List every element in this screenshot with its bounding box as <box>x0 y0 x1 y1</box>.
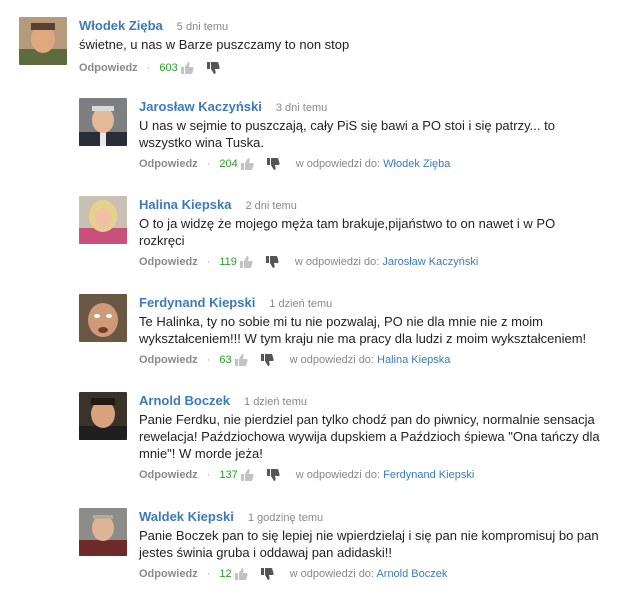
thumbs-down-icon[interactable] <box>260 567 274 581</box>
in-reply-to-link[interactable]: Arnold Boczek <box>376 568 447 580</box>
comment-text: Te Halinka, ty no sobie mi tu nie pozwal… <box>139 314 587 346</box>
in-reply-to-label: w odpowiedzi do: Arnold Boczek <box>289 568 448 580</box>
reply-button[interactable]: Odpowiedz <box>139 254 198 270</box>
in-reply-to-label: w odpowiedzi do: Halina Kiepska <box>289 354 451 366</box>
comment-author[interactable]: Jarosław Kaczyński <box>139 99 262 114</box>
like-count: 603 <box>159 62 178 74</box>
avatar[interactable] <box>19 17 67 65</box>
in-reply-to-label: w odpowiedzi do: Jarosław Kaczyński <box>294 256 479 268</box>
reply-button[interactable]: Odpowiedz <box>139 467 198 483</box>
comment-text: Panie Ferdku, nie pierdziel pan tylko ch… <box>139 412 600 461</box>
reply-button[interactable]: Odpowiedz <box>139 352 198 368</box>
comment-time[interactable]: 1 dzień temu <box>244 396 307 408</box>
in-reply-to-link[interactable]: Ferdynand Kiepski <box>383 469 474 481</box>
thumbs-up-icon[interactable] <box>180 61 194 75</box>
comment-text: Panie Boczek pan to się lepiej nie wpier… <box>139 528 599 560</box>
thumbs-up-icon[interactable] <box>239 255 253 269</box>
avatar[interactable] <box>79 294 127 342</box>
avatar[interactable] <box>79 392 127 440</box>
like-count: 137 <box>219 469 238 481</box>
like-count: 204 <box>219 158 238 170</box>
avatar[interactable] <box>79 508 127 556</box>
comment-author[interactable]: Halina Kiepska <box>139 197 232 212</box>
in-reply-to-link[interactable]: Jarosław Kaczyński <box>382 256 478 268</box>
comment-author[interactable]: Ferdynand Kiepski <box>139 295 255 310</box>
separator-dot: · <box>206 354 211 366</box>
reply-button[interactable]: Odpowiedz <box>139 566 198 582</box>
thumbs-down-icon[interactable] <box>260 353 274 367</box>
comment-author[interactable]: Waldek Kiepski <box>139 509 234 524</box>
avatar[interactable] <box>79 196 127 244</box>
comment-author[interactable]: Arnold Boczek <box>139 393 230 408</box>
comment-author[interactable]: Włodek Zięba <box>79 18 163 33</box>
like-count: 12 <box>219 568 232 580</box>
thumbs-down-icon[interactable] <box>206 61 220 75</box>
in-reply-to-link[interactable]: Halina Kiepska <box>377 354 450 366</box>
separator-dot: · <box>206 568 211 580</box>
separator-dot: · <box>206 256 211 268</box>
in-reply-to-label: w odpowiedzi do: Ferdynand Kiepski <box>295 469 475 481</box>
comment-text: O to ja widzę że mojego męża tam brakuje… <box>139 216 556 248</box>
comment-time[interactable]: 2 dni temu <box>246 200 297 212</box>
comment-time[interactable]: 3 dni temu <box>276 102 327 114</box>
avatar[interactable] <box>79 98 127 146</box>
thumbs-up-icon[interactable] <box>240 157 254 171</box>
comment-time[interactable]: 5 dni temu <box>177 21 228 33</box>
reply-button[interactable]: Odpowiedz <box>79 60 138 76</box>
separator-dot: · <box>206 469 211 481</box>
like-count: 63 <box>219 354 232 366</box>
comment-text: świetne, u nas w Barze puszczamy to non … <box>79 37 350 52</box>
reply-button[interactable]: Odpowiedz <box>139 156 198 172</box>
separator-dot: · <box>146 62 151 74</box>
in-reply-to-link[interactable]: Włodek Zięba <box>383 158 450 170</box>
thumbs-up-icon[interactable] <box>234 567 248 581</box>
thumbs-down-icon[interactable] <box>265 255 279 269</box>
comment-time[interactable]: 1 godzinę temu <box>248 512 323 524</box>
thumbs-down-icon[interactable] <box>266 157 280 171</box>
like-count: 119 <box>219 256 237 268</box>
separator-dot: · <box>206 158 211 170</box>
thumbs-up-icon[interactable] <box>234 353 248 367</box>
thumbs-up-icon[interactable] <box>240 468 254 482</box>
comment-text: U nas w sejmie to puszczają, cały PiS si… <box>139 118 555 150</box>
comment-time[interactable]: 1 dzień temu <box>269 298 332 310</box>
in-reply-to-label: w odpowiedzi do: Włodek Zięba <box>295 158 451 170</box>
thumbs-down-icon[interactable] <box>266 468 280 482</box>
